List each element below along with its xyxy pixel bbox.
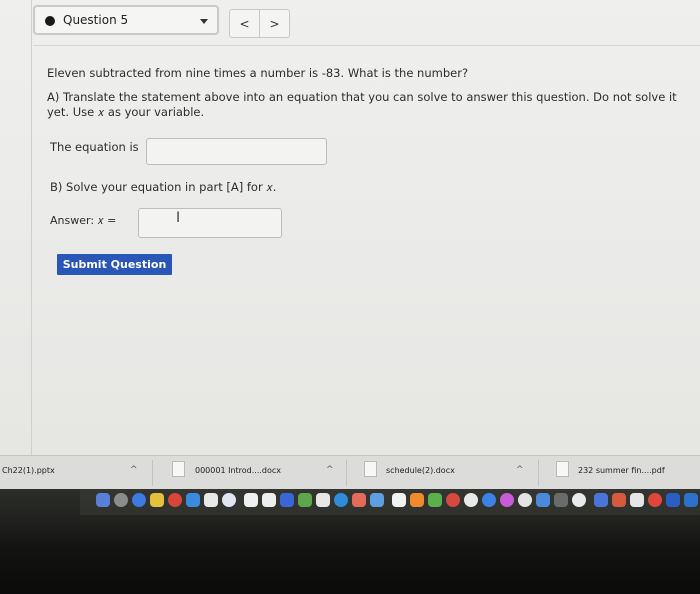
submit-question-button[interactable]: Submit Question (57, 254, 172, 275)
app-icon[interactable] (204, 493, 218, 507)
chevron-down-icon (200, 19, 208, 24)
browser-page: Question 5 < > Eleven subtracted from ni… (0, 0, 700, 455)
app-icon[interactable] (500, 493, 514, 507)
separator (346, 460, 347, 486)
app-icon[interactable] (518, 493, 532, 507)
separator (538, 460, 539, 486)
app-icon[interactable] (334, 493, 348, 507)
app-icon[interactable] (594, 493, 608, 507)
app-icon[interactable] (392, 493, 406, 507)
app-icon[interactable] (186, 493, 200, 507)
prev-question-button[interactable]: < (230, 10, 259, 37)
document-icon (172, 461, 185, 477)
calendar-icon[interactable] (244, 493, 258, 507)
part-a-instructions: A) Translate the statement above into an… (47, 90, 677, 119)
download-item-name[interactable]: Ch22(1).pptx (2, 466, 55, 475)
app-icon[interactable] (96, 493, 110, 507)
chevron-up-icon[interactable]: ^ (326, 465, 334, 475)
app-icon[interactable] (536, 493, 550, 507)
equation-label: The equation is (50, 140, 139, 154)
dock (0, 489, 700, 594)
app-icon[interactable] (150, 493, 164, 507)
app-icon[interactable] (464, 493, 478, 507)
downloads-bar: Ch22(1).pptx ^ 000001 Introd....docx ^ s… (0, 455, 700, 490)
app-icon[interactable] (446, 493, 460, 507)
download-item-name[interactable]: 000001 Introd....docx (195, 466, 281, 475)
question-select-label: Question 5 (63, 13, 129, 27)
app-icon[interactable] (630, 493, 644, 507)
header-divider (33, 45, 700, 46)
separator (152, 460, 153, 486)
chevron-up-icon[interactable]: ^ (516, 465, 524, 475)
app-icon[interactable] (684, 493, 698, 507)
app-icon[interactable] (482, 493, 496, 507)
bullet-icon (45, 16, 55, 26)
document-icon (364, 461, 377, 477)
app-icon[interactable] (298, 493, 312, 507)
app-icon[interactable] (666, 493, 680, 507)
question-nav: < > (229, 9, 290, 38)
question-text: Eleven subtracted from nine times a numb… (47, 66, 469, 80)
answer-label: Answer: 𝑥 = (50, 214, 117, 227)
app-icon[interactable] (572, 493, 586, 507)
app-icon[interactable] (428, 493, 442, 507)
next-question-button[interactable]: > (259, 10, 289, 37)
app-icon[interactable] (262, 493, 276, 507)
text-cursor-icon: I (176, 210, 181, 226)
app-icon[interactable] (352, 493, 366, 507)
app-icon[interactable] (648, 493, 662, 507)
app-icon[interactable] (168, 493, 182, 507)
answer-input[interactable] (138, 208, 282, 238)
question-select[interactable]: Question 5 (33, 5, 219, 35)
download-item-name[interactable]: schedule(2).docx (386, 466, 455, 475)
chevron-up-icon[interactable]: ^ (130, 465, 138, 475)
app-icon[interactable] (370, 493, 384, 507)
app-icon[interactable] (612, 493, 626, 507)
app-icon[interactable] (114, 493, 128, 507)
app-icon[interactable] (280, 493, 294, 507)
equation-input[interactable] (146, 138, 327, 165)
safari-icon[interactable] (132, 493, 146, 507)
app-icon[interactable] (410, 493, 424, 507)
app-icon[interactable] (316, 493, 330, 507)
pdf-icon (556, 461, 569, 477)
app-icon[interactable] (222, 493, 236, 507)
app-icon[interactable] (554, 493, 568, 507)
download-item-name[interactable]: 232 summer fin....pdf (578, 466, 665, 475)
part-b-instructions: B) Solve your equation in part [A] for 𝑥… (50, 180, 277, 194)
